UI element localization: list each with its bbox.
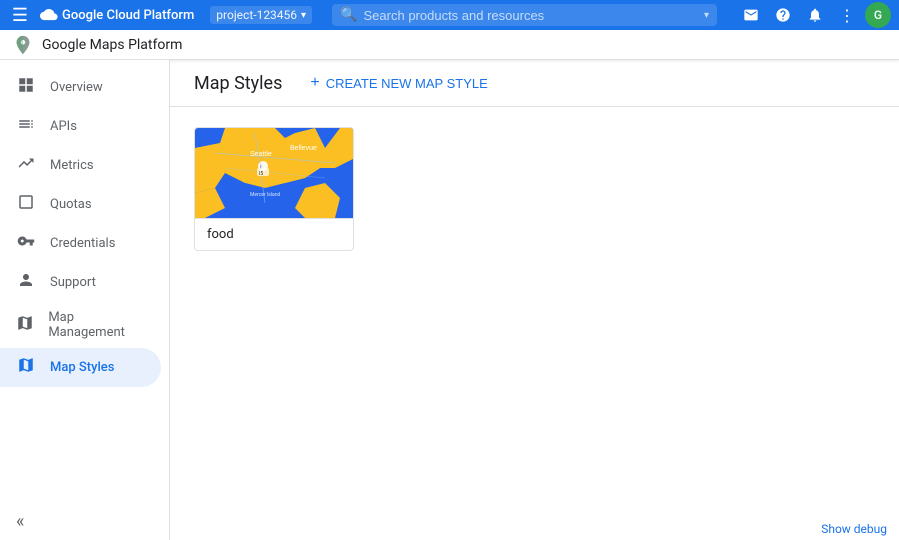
- map-thumbnail: Seattle Bellevue i I5 Mercer Island: [195, 128, 354, 218]
- email-icon[interactable]: [737, 1, 765, 29]
- sidebar-item-metrics-label: Metrics: [50, 158, 94, 173]
- create-new-map-style-button[interactable]: + CREATE NEW MAP STYLE: [302, 70, 495, 96]
- project-selector[interactable]: project-123456 ▾: [210, 6, 312, 24]
- sidebar-item-overview-label: Overview: [50, 80, 103, 95]
- map-cards-grid: Seattle Bellevue i I5 Mercer Island food: [170, 107, 899, 271]
- search-bar: 🔍 ▾: [332, 4, 717, 26]
- main-content: Map Styles + CREATE NEW MAP STYLE: [170, 60, 899, 540]
- content-header: Map Styles + CREATE NEW MAP STYLE: [170, 60, 899, 107]
- sidebar-item-credentials[interactable]: Credentials: [0, 224, 161, 263]
- map-management-icon: [16, 314, 34, 337]
- sidebar-item-apis-label: APIs: [50, 119, 77, 134]
- help-icon[interactable]: [769, 1, 797, 29]
- debug-link[interactable]: Show debug: [809, 518, 899, 540]
- search-input[interactable]: [364, 8, 698, 23]
- sidebar-item-overview[interactable]: Overview: [0, 68, 161, 107]
- top-bar-actions: ⋮ G: [737, 1, 891, 29]
- maps-pin-icon: [12, 34, 34, 56]
- support-icon: [16, 271, 36, 294]
- sidebar-item-quotas-label: Quotas: [50, 197, 92, 212]
- create-btn-label: CREATE NEW MAP STYLE: [326, 76, 488, 91]
- svg-text:I5: I5: [259, 171, 263, 177]
- sidebar-item-metrics[interactable]: Metrics: [0, 146, 161, 185]
- platform-logo: Google Cloud Platform: [40, 8, 194, 23]
- sidebar-navigation: Overview APIs Metrics Quotas: [0, 68, 169, 503]
- maps-platform-bar: Google Maps Platform: [0, 30, 899, 60]
- overview-icon: [16, 76, 36, 99]
- svg-text:Mercer Island: Mercer Island: [250, 192, 281, 198]
- menu-icon[interactable]: ☰: [8, 5, 32, 26]
- apis-icon: [16, 115, 36, 138]
- sidebar-item-apis[interactable]: APIs: [0, 107, 161, 146]
- svg-text:Bellevue: Bellevue: [290, 145, 317, 152]
- avatar[interactable]: G: [865, 2, 891, 28]
- cloud-icon: [40, 9, 58, 21]
- project-name: project-123456: [216, 8, 297, 22]
- sidebar-item-map-management-label: Map Management: [48, 310, 145, 340]
- map-thumbnail-svg: Seattle Bellevue i I5 Mercer Island: [195, 128, 354, 218]
- sidebar: Overview APIs Metrics Quotas: [0, 60, 170, 540]
- more-options-icon[interactable]: ⋮: [833, 1, 861, 29]
- map-card-food[interactable]: Seattle Bellevue i I5 Mercer Island food: [194, 127, 354, 251]
- platform-title: Google Cloud Platform: [62, 8, 194, 23]
- map-styles-icon: [16, 356, 36, 379]
- create-plus-icon: +: [310, 74, 319, 92]
- page-title: Map Styles: [194, 73, 282, 94]
- search-icon: 🔍: [340, 7, 357, 23]
- map-card-label: food: [195, 218, 353, 250]
- notifications-icon[interactable]: [801, 1, 829, 29]
- sidebar-collapse-button[interactable]: «: [0, 503, 169, 540]
- top-navigation-bar: ☰ Google Cloud Platform project-123456 ▾…: [0, 0, 899, 30]
- sidebar-item-credentials-label: Credentials: [50, 236, 115, 251]
- svg-text:Seattle: Seattle: [250, 151, 272, 158]
- credentials-icon: [16, 232, 36, 255]
- sidebar-item-map-styles[interactable]: Map Styles: [0, 348, 161, 387]
- quotas-icon: [16, 193, 36, 216]
- sidebar-item-map-styles-label: Map Styles: [50, 360, 114, 375]
- maps-platform-title: Google Maps Platform: [42, 37, 182, 53]
- main-layout: Overview APIs Metrics Quotas: [0, 60, 899, 540]
- sidebar-item-support-label: Support: [50, 275, 96, 290]
- dropdown-arrow: ▾: [301, 10, 306, 21]
- sidebar-item-map-management[interactable]: Map Management: [0, 302, 161, 348]
- sidebar-item-support[interactable]: Support: [0, 263, 161, 302]
- search-dropdown-icon[interactable]: ▾: [704, 10, 709, 21]
- metrics-icon: [16, 154, 36, 177]
- sidebar-item-quotas[interactable]: Quotas: [0, 185, 161, 224]
